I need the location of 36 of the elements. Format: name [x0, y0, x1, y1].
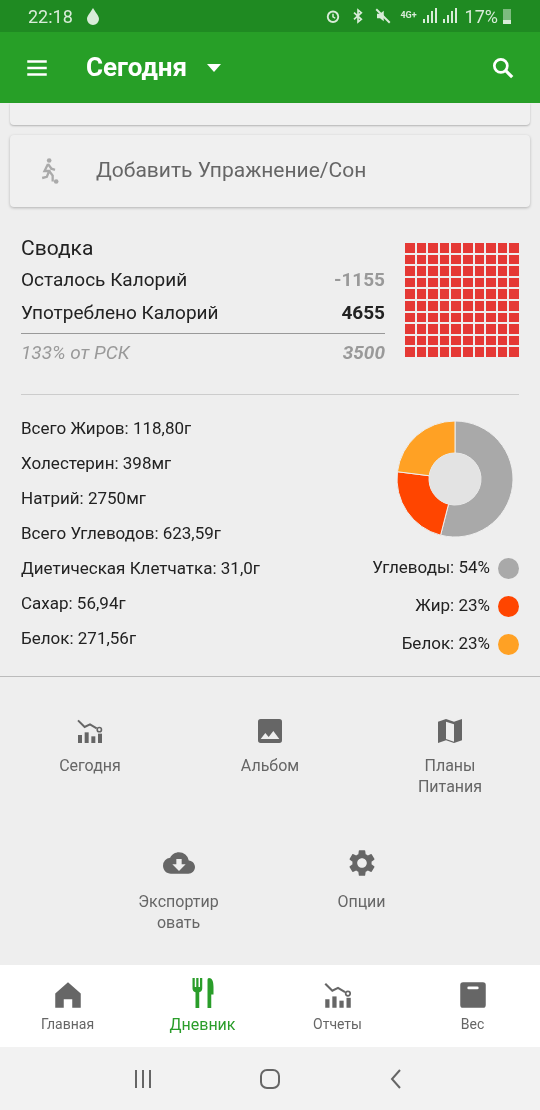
menu-tile[interactable]: Альбом [180, 715, 360, 797]
menu-tile[interactable]: Экспортир овать [87, 847, 270, 933]
network-type: 4G+ [400, 9, 417, 23]
menu-tile[interactable]: Планы Питания [360, 715, 540, 797]
nav-tab[interactable]: Вес [405, 965, 540, 1047]
nav-tab[interactable]: Дневник [135, 965, 270, 1047]
battery-level: 17% [464, 4, 498, 29]
menu-tile[interactable]: Сегодня [0, 715, 180, 797]
nutrient-line: Белок: 271,56г [21, 627, 138, 650]
menu-tile[interactable]: Опции [270, 847, 453, 933]
summary-title: Сводка [21, 235, 95, 262]
rdi-percent: 133% от РСК [21, 340, 130, 366]
nutrient-line: Всего Углеводов: 623,59г [21, 522, 222, 545]
nutrient-line: Диетическая Клетчатка: 31,0г [21, 557, 261, 580]
home-button-icon[interactable] [258, 1066, 282, 1091]
drop-icon [84, 7, 101, 25]
nav-tab[interactable]: Отчеты [270, 965, 405, 1047]
macro-legend-label: Белок: 23% [401, 632, 490, 656]
add-exercise-button[interactable]: Добавить Упражнение/Сон [10, 135, 530, 207]
summary-value: 4655 [341, 300, 385, 326]
macro-legend-label: Жир: 23% [415, 594, 490, 618]
nutrient-line: Холестерин: 398мг [21, 452, 173, 475]
nutrient-line: Сахар: 56,94г [21, 592, 127, 615]
mute-icon [374, 7, 393, 25]
caret-icon [207, 63, 221, 72]
nav-tab[interactable]: Главная [0, 965, 135, 1047]
summary-label: Осталось Калорий [21, 267, 188, 293]
nutrient-line: Натрий: 2750мг [21, 487, 147, 510]
rdi-value: 3500 [342, 340, 385, 366]
summary-value: -1155 [333, 267, 385, 293]
battery-icon [502, 7, 512, 25]
macro-legend-label: Углеводы: 54% [372, 556, 490, 580]
date-dropdown[interactable]: Сегодня [86, 48, 221, 87]
clock: 22:18 [28, 4, 73, 29]
nutrient-line: Всего Жиров: 118,80г [21, 417, 193, 440]
summary-label: Употреблено Калорий [21, 300, 219, 326]
